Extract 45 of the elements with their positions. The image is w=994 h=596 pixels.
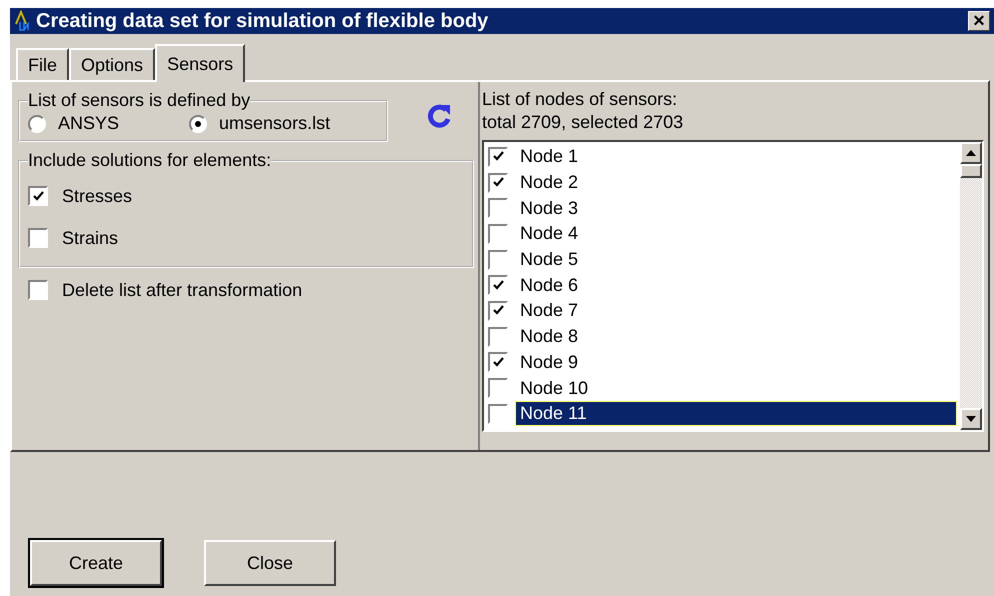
- window-title: Creating data set for simulation of flexible body: [36, 10, 490, 32]
- checkbox-label: Delete list after transformation: [62, 280, 302, 300]
- node-item[interactable]: Node 8: [516, 325, 582, 348]
- check-icon: [492, 278, 504, 292]
- node-item[interactable]: Node 7: [516, 299, 582, 322]
- checkbox[interactable]: [28, 228, 48, 248]
- scroll-up-button[interactable]: [960, 142, 982, 164]
- node-item[interactable]: Node 5: [516, 248, 582, 272]
- node-item[interactable]: Node 9: [516, 350, 582, 374]
- tab[interactable]: File: [16, 48, 70, 80]
- up-arrow-icon: [966, 150, 976, 156]
- dialog-button[interactable]: Create: [30, 540, 162, 586]
- node-item[interactable]: Node 2: [516, 171, 582, 194]
- node-item[interactable]: Node 6: [516, 274, 582, 297]
- down-arrow-icon: [966, 416, 976, 422]
- node-item[interactable]: Node 3: [516, 196, 582, 220]
- radio-label: ANSYS: [58, 113, 120, 134]
- node-item[interactable]: Node 11: [516, 402, 956, 426]
- close-button[interactable]: ×: [968, 11, 990, 31]
- tab[interactable]: Sensors: [155, 44, 246, 82]
- dialog-button[interactable]: Close: [204, 540, 336, 586]
- refresh-icon[interactable]: [426, 102, 452, 130]
- tab[interactable]: Options: [69, 48, 156, 80]
- node-count: total 2709, selected 2703: [482, 111, 684, 134]
- radio-label: umsensors.lst: [219, 113, 330, 134]
- scroll-down-button[interactable]: [960, 408, 982, 430]
- check-icon: [492, 150, 504, 164]
- node-item[interactable]: Node 10: [516, 376, 592, 400]
- node-item[interactable]: Node 4: [516, 222, 582, 246]
- radio-button[interactable]: [28, 114, 46, 132]
- checkbox-label: Strains: [62, 228, 118, 248]
- check-icon: [492, 304, 504, 318]
- check-icon: [492, 356, 504, 369]
- checkbox[interactable]: [28, 186, 48, 206]
- group-label: Include solutions for elements:: [28, 150, 272, 171]
- list-heading: List of nodes of sensors:: [482, 88, 678, 111]
- checkbox-label: Stresses: [62, 186, 132, 206]
- scroll-thumb[interactable]: [960, 164, 982, 178]
- check-icon: [492, 176, 504, 190]
- app-logo-icon: [14, 10, 32, 32]
- node-item[interactable]: Node 1: [516, 145, 582, 168]
- group-label: List of sensors is defined by: [28, 90, 250, 111]
- check-icon: [32, 190, 44, 202]
- radio-button[interactable]: [189, 114, 208, 132]
- checkbox[interactable]: [28, 280, 48, 300]
